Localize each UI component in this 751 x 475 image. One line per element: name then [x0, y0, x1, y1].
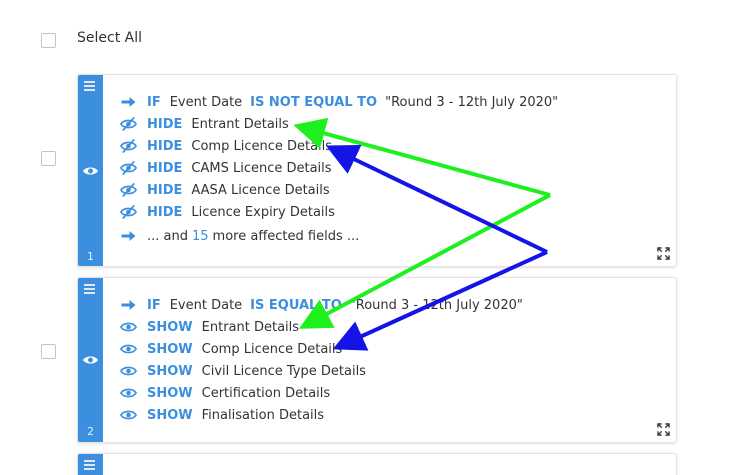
condition-value: "Round 3 - 12th July 2020" [385, 94, 559, 110]
eye-slash-icon [120, 204, 137, 220]
hide-keyword: HIDE [147, 204, 183, 220]
condition-card-3[interactable] [77, 453, 677, 475]
eye-slash-icon [120, 160, 137, 176]
eye-icon[interactable] [82, 354, 99, 366]
more-suffix: more affected fields ... [212, 228, 360, 244]
card-3-sidebar [78, 454, 103, 475]
show-keyword: SHOW [147, 363, 193, 379]
hide-keyword: HIDE [147, 116, 183, 132]
if-keyword: IF [147, 297, 161, 313]
field-name: AASA Licence Details [191, 182, 330, 198]
action-line: SHOW Comp Licence Details [120, 338, 342, 360]
condition-card-1[interactable]: 1 IF Event Date IS NOT EQUAL TO "Round 3… [77, 74, 677, 267]
field-name: Finalisation Details [201, 407, 325, 423]
field-name: Entrant Details [191, 116, 289, 132]
more-count: 15 [192, 228, 209, 244]
drag-handle-icon[interactable] [84, 81, 97, 91]
eye-icon [120, 322, 137, 332]
condition-card-2[interactable]: 2 IF Event Date IS EQUAL TO "Round 3 - 1… [77, 277, 677, 443]
condition-value: "Round 3 - 12th July 2020" [349, 297, 523, 313]
drag-handle-icon[interactable] [84, 284, 97, 294]
eye-icon [120, 388, 137, 398]
hide-keyword: HIDE [147, 182, 183, 198]
drag-handle-icon[interactable] [84, 460, 97, 470]
action-line: SHOW Certification Details [120, 382, 330, 404]
field-name: CAMS Licence Details [191, 160, 332, 176]
hide-keyword: HIDE [147, 138, 183, 154]
card-1-checkbox[interactable] [41, 151, 56, 166]
select-all-checkbox[interactable] [41, 33, 56, 48]
if-keyword: IF [147, 94, 161, 110]
card-1-sidebar: 1 [78, 75, 103, 266]
field-name: Entrant Details [201, 319, 300, 335]
condition-line: IF Event Date IS NOT EQUAL TO "Round 3 -… [120, 91, 558, 113]
hide-keyword: HIDE [147, 160, 183, 176]
arrow-right-icon [121, 97, 136, 107]
show-keyword: SHOW [147, 407, 193, 423]
eye-icon[interactable] [82, 165, 99, 177]
show-keyword: SHOW [147, 319, 193, 335]
operator: IS EQUAL TO [250, 297, 342, 313]
action-line: HIDE Licence Expiry Details [120, 201, 335, 223]
action-line: HIDE Comp Licence Details [120, 135, 332, 157]
action-line: SHOW Entrant Details [120, 316, 299, 338]
show-keyword: SHOW [147, 385, 193, 401]
card-2-sidebar: 2 [78, 278, 103, 442]
card-2-checkbox[interactable] [41, 344, 56, 359]
conditions-page: Select All 1 IF Event Date IS NOT EQUAL … [0, 0, 751, 475]
expand-icon[interactable] [657, 247, 670, 260]
more-fields-line: ... and 15 more affected fields ... [120, 225, 359, 247]
eye-icon [120, 366, 137, 376]
action-line: SHOW Civil Licence Type Details [120, 360, 366, 382]
field-name: Comp Licence Details [201, 341, 343, 357]
action-line: HIDE AASA Licence Details [120, 179, 330, 201]
field-name: Event Date [169, 297, 243, 313]
field-name: Civil Licence Type Details [201, 363, 366, 379]
field-name: Comp Licence Details [191, 138, 333, 154]
eye-icon [120, 410, 137, 420]
card-number: 1 [87, 250, 94, 263]
select-all-label: Select All [77, 30, 142, 46]
arrow-right-icon [121, 300, 136, 310]
operator: IS NOT EQUAL TO [250, 94, 378, 110]
eye-slash-icon [120, 116, 137, 132]
more-prefix: ... and [147, 228, 188, 244]
arrow-right-icon [121, 231, 136, 241]
eye-slash-icon [120, 182, 137, 198]
eye-slash-icon [120, 138, 137, 154]
expand-icon[interactable] [657, 423, 670, 436]
field-name: Event Date [169, 94, 243, 110]
condition-line: IF Event Date IS EQUAL TO "Round 3 - 12t… [120, 294, 523, 316]
field-name: Certification Details [201, 385, 331, 401]
action-line: HIDE CAMS Licence Details [120, 157, 332, 179]
show-keyword: SHOW [147, 341, 193, 357]
eye-icon [120, 344, 137, 354]
action-line: SHOW Finalisation Details [120, 404, 324, 426]
action-line: HIDE Entrant Details [120, 113, 289, 135]
card-number: 2 [87, 425, 94, 438]
field-name: Licence Expiry Details [191, 204, 335, 220]
